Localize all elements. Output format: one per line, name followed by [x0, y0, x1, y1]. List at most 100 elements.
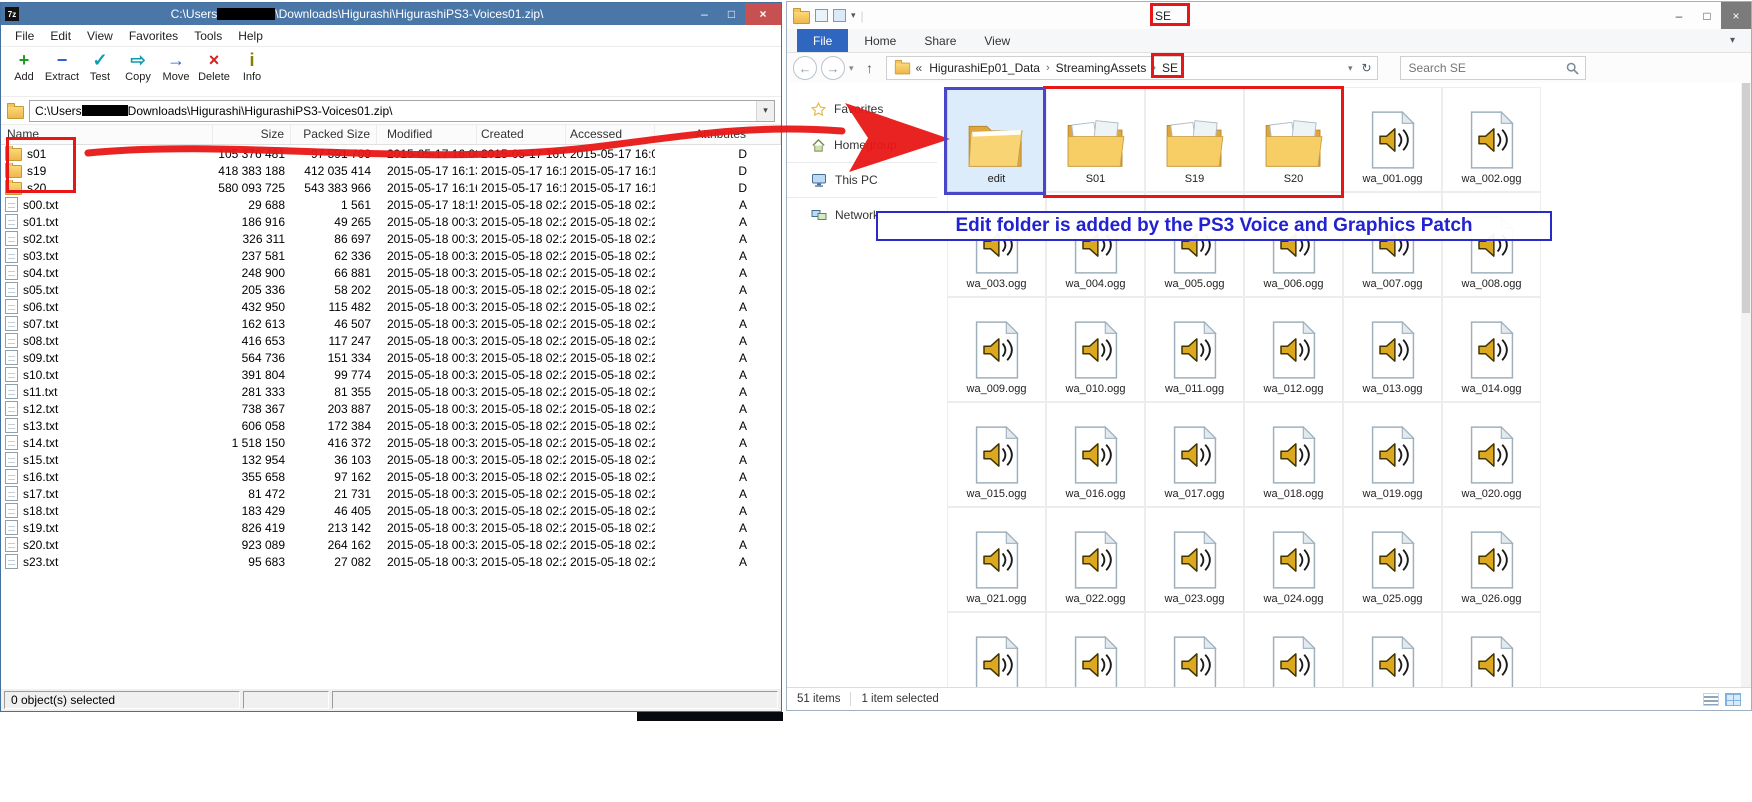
file-tile[interactable]: wa_008.ogg	[1442, 192, 1541, 297]
file-tile[interactable]: wa_012.ogg	[1244, 297, 1343, 402]
sidebar-item-favorites[interactable]: Favorites	[787, 97, 945, 121]
column-header-accessed[interactable]: Accessed	[566, 125, 655, 144]
file-tile[interactable]: wa_015.ogg	[947, 402, 1046, 507]
toolbar-move-button[interactable]: →Move	[157, 50, 195, 83]
column-header-name[interactable]: Name	[1, 125, 213, 144]
file-tile[interactable]: wa_024.ogg	[1244, 507, 1343, 612]
column-header-attributes[interactable]: Attributes	[655, 125, 781, 144]
table-row[interactable]: s05.txt205 33658 2022015-05-18 00:322015…	[1, 281, 781, 298]
table-row[interactable]: s15.txt132 95436 1032015-05-18 00:322015…	[1, 451, 781, 468]
file-tile[interactable]: wa_006.ogg	[1244, 192, 1343, 297]
breadcrumb-item-se[interactable]: SE	[1159, 61, 1181, 75]
file-tile[interactable]: wa_014.ogg	[1442, 297, 1541, 402]
file-tile[interactable]: wa_022.ogg	[1046, 507, 1145, 612]
explorer-titlebar[interactable]: ▾ | SE – □ ×	[787, 2, 1751, 29]
refresh-icon[interactable]: ↻	[1361, 61, 1371, 75]
seven-zip-titlebar[interactable]: 7z C:\Users\Downloads\Higurashi\Higurash…	[1, 3, 781, 25]
table-row[interactable]: s19.txt826 419213 1422015-05-18 00:32201…	[1, 519, 781, 536]
table-row[interactable]: s09.txt564 736151 3342015-05-18 00:32201…	[1, 349, 781, 366]
table-row[interactable]: s01.txt186 91649 2652015-05-18 00:322015…	[1, 213, 781, 230]
ribbon-tab-home[interactable]: Home	[850, 29, 910, 52]
details-view-icon[interactable]	[1703, 693, 1719, 706]
file-tile[interactable]: wa_021.ogg	[947, 507, 1046, 612]
file-tile[interactable]: wa_005.ogg	[1145, 192, 1244, 297]
forward-button[interactable]: →	[821, 56, 845, 80]
vertical-scrollbar[interactable]	[1741, 83, 1751, 687]
table-row[interactable]: s10.txt391 80499 7742015-05-18 00:322015…	[1, 366, 781, 383]
scrollbar-thumb[interactable]	[1742, 83, 1750, 313]
close-button[interactable]: ×	[1721, 2, 1751, 29]
file-tile[interactable]: wa_016.ogg	[1046, 402, 1145, 507]
sidebar-item-homegroup[interactable]: Homegroup	[787, 133, 945, 157]
ribbon-tab-share[interactable]: Share	[910, 29, 970, 52]
back-button[interactable]: ←	[793, 56, 817, 80]
toolbar-copy-button[interactable]: ⇨Copy	[119, 50, 157, 83]
quick-access-dropdown-icon[interactable]: ▾	[851, 10, 856, 21]
table-row[interactable]: s13.txt606 058172 3842015-05-18 00:32201…	[1, 417, 781, 434]
history-dropdown-icon[interactable]: ▾	[849, 63, 854, 74]
file-tile[interactable]: wa_004.ogg	[1046, 192, 1145, 297]
breadcrumb[interactable]: « HigurashiEp01_Data›StreamingAssets›SE …	[886, 56, 1378, 80]
menu-item-favorites[interactable]: Favorites	[121, 27, 186, 45]
file-tile[interactable]: wa_010.ogg	[1046, 297, 1145, 402]
file-tile[interactable]: wa_025.ogg	[1343, 507, 1442, 612]
menu-item-tools[interactable]: Tools	[186, 27, 230, 45]
table-row[interactable]: s01105 376 48197 591 7092015-05-17 16:08…	[1, 145, 781, 162]
toolbar-test-button[interactable]: ✓Test	[81, 50, 119, 83]
menu-item-edit[interactable]: Edit	[42, 27, 79, 45]
toolbar-extract-button[interactable]: −Extract	[43, 50, 81, 83]
file-tile[interactable]: wa_009.ogg	[947, 297, 1046, 402]
toolbar-delete-button[interactable]: ×Delete	[195, 50, 233, 83]
column-header-modified[interactable]: Modified	[377, 125, 477, 144]
file-tile[interactable]: wa_007.ogg	[1343, 192, 1442, 297]
address-dropdown-icon[interactable]: ▾	[756, 101, 774, 121]
table-row[interactable]: s17.txt81 47221 7312015-05-18 00:322015-…	[1, 485, 781, 502]
file-tile[interactable]: wa_026.ogg	[1442, 507, 1541, 612]
file-tile[interactable]	[1244, 612, 1343, 687]
table-row[interactable]: s02.txt326 31186 6972015-05-18 00:322015…	[1, 230, 781, 247]
menu-item-file[interactable]: File	[7, 27, 42, 45]
menu-item-view[interactable]: View	[79, 27, 121, 45]
table-row[interactable]: s19418 383 188412 035 4142015-05-17 16:1…	[1, 162, 781, 179]
maximize-button[interactable]: □	[718, 3, 745, 25]
file-tile[interactable]	[1046, 612, 1145, 687]
file-tile[interactable]	[1145, 612, 1244, 687]
file-tile[interactable]: wa_001.ogg	[1343, 87, 1442, 192]
breadcrumb-item-higurashiep01_data[interactable]: HigurashiEp01_Data	[926, 61, 1043, 75]
table-row[interactable]: s08.txt416 653117 2472015-05-18 00:32201…	[1, 332, 781, 349]
file-tile[interactable]	[1343, 612, 1442, 687]
file-tile[interactable]: wa_020.ogg	[1442, 402, 1541, 507]
folder-tile[interactable]: S20	[1244, 87, 1343, 192]
toolbar-info-button[interactable]: iInfo	[233, 50, 271, 83]
file-tile[interactable]	[947, 612, 1046, 687]
file-tile[interactable]: wa_017.ogg	[1145, 402, 1244, 507]
file-tile[interactable]	[1442, 612, 1541, 687]
breadcrumb-overflow-icon[interactable]: «	[916, 61, 923, 75]
table-row[interactable]: s11.txt281 33381 3552015-05-18 00:322015…	[1, 383, 781, 400]
sidebar-item-network[interactable]: Network	[787, 203, 945, 227]
table-row[interactable]: s14.txt1 518 150416 3722015-05-18 00:322…	[1, 434, 781, 451]
toolbar-add-button[interactable]: +Add	[5, 50, 43, 83]
file-tile[interactable]: wa_002.ogg	[1442, 87, 1541, 192]
file-tile[interactable]: wa_023.ogg	[1145, 507, 1244, 612]
ribbon-tab-view[interactable]: View	[970, 29, 1024, 52]
ribbon-expand-icon[interactable]: ▾	[1730, 29, 1735, 52]
sidebar-item-this-pc[interactable]: This PC	[787, 168, 945, 192]
large-icons-view-icon[interactable]	[1725, 693, 1741, 706]
table-row[interactable]: s20.txt923 089264 1622015-05-18 00:32201…	[1, 536, 781, 553]
file-tile[interactable]: wa_003.ogg	[947, 192, 1046, 297]
table-row[interactable]: s23.txt95 68327 0822015-05-18 00:322015-…	[1, 553, 781, 570]
table-row[interactable]: s12.txt738 367203 8872015-05-18 00:32201…	[1, 400, 781, 417]
breadcrumb-item-streamingassets[interactable]: StreamingAssets	[1053, 61, 1150, 75]
address-dropdown-icon[interactable]: ▾	[1348, 63, 1353, 74]
file-tile[interactable]: wa_019.ogg	[1343, 402, 1442, 507]
minimize-button[interactable]: –	[691, 3, 718, 25]
table-row[interactable]: s16.txt355 65897 1622015-05-18 00:322015…	[1, 468, 781, 485]
folder-tile[interactable]: S01	[1046, 87, 1145, 192]
table-row[interactable]: s07.txt162 61346 5072015-05-18 00:322015…	[1, 315, 781, 332]
up-button[interactable]: ↑	[858, 57, 882, 79]
minimize-button[interactable]: –	[1665, 2, 1693, 29]
ribbon-tab-file[interactable]: File	[797, 29, 848, 52]
quick-access-properties-icon[interactable]	[815, 9, 828, 22]
quick-access-newfolder-icon[interactable]	[833, 9, 846, 22]
